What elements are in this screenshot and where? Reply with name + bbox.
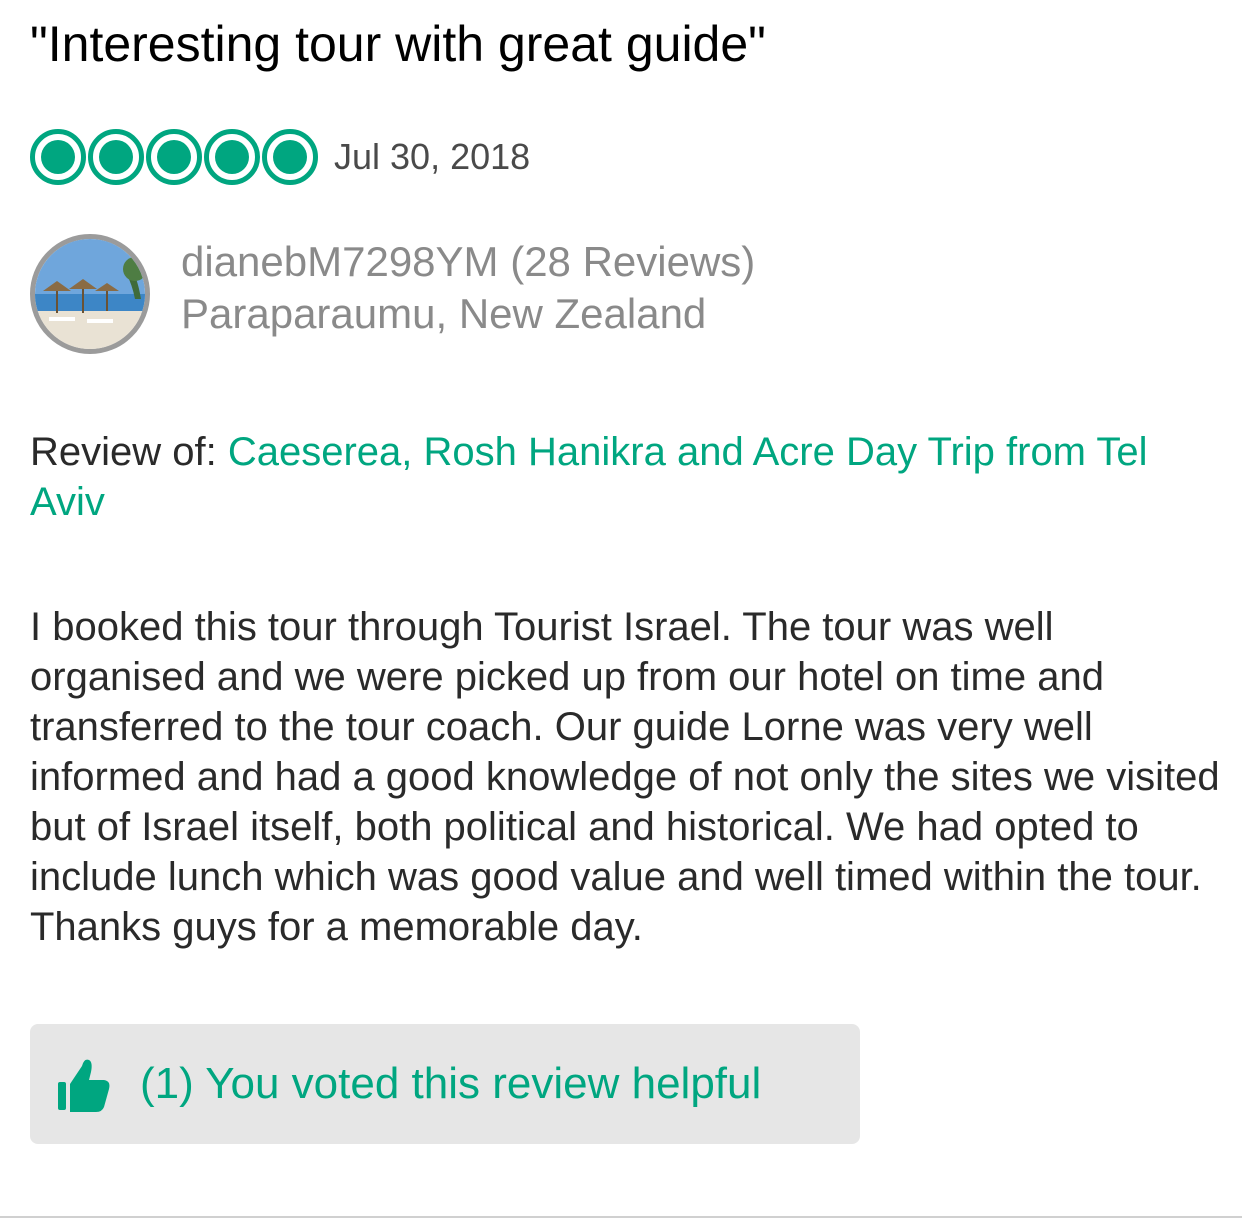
reviewer-location: Paraparaumu, New Zealand — [181, 290, 707, 337]
rating-bubbles — [30, 129, 318, 185]
review-of: Review of: Caeserea, Rosh Hanikra and Ac… — [30, 427, 1210, 527]
rating-row: Jul 30, 2018 — [30, 126, 530, 188]
rating-bubble-icon — [204, 129, 260, 185]
divider — [0, 1216, 1242, 1218]
beach-photo-avatar-icon — [35, 239, 145, 349]
review-of-label: Review of: — [30, 430, 228, 474]
reviewer-avatar[interactable] — [30, 234, 150, 354]
thumbs-up-icon — [54, 1053, 114, 1115]
review-body: I booked this tour through Tourist Israe… — [30, 605, 1220, 949]
helpful-vote-label: (1) You voted this review helpful — [140, 1059, 762, 1108]
reviewer-name[interactable]: dianebM7298YM (28 Reviews) — [181, 236, 755, 288]
review-date: Jul 30, 2018 — [334, 136, 531, 177]
rating-bubble-icon — [88, 129, 144, 185]
helpful-vote-button[interactable]: (1) You voted this review helpful — [30, 1024, 860, 1144]
review-title: "Interesting tour with great guide" — [30, 16, 766, 72]
rating-bubble-icon — [262, 129, 318, 185]
rating-bubble-icon — [30, 129, 86, 185]
rating-bubble-icon — [146, 129, 202, 185]
